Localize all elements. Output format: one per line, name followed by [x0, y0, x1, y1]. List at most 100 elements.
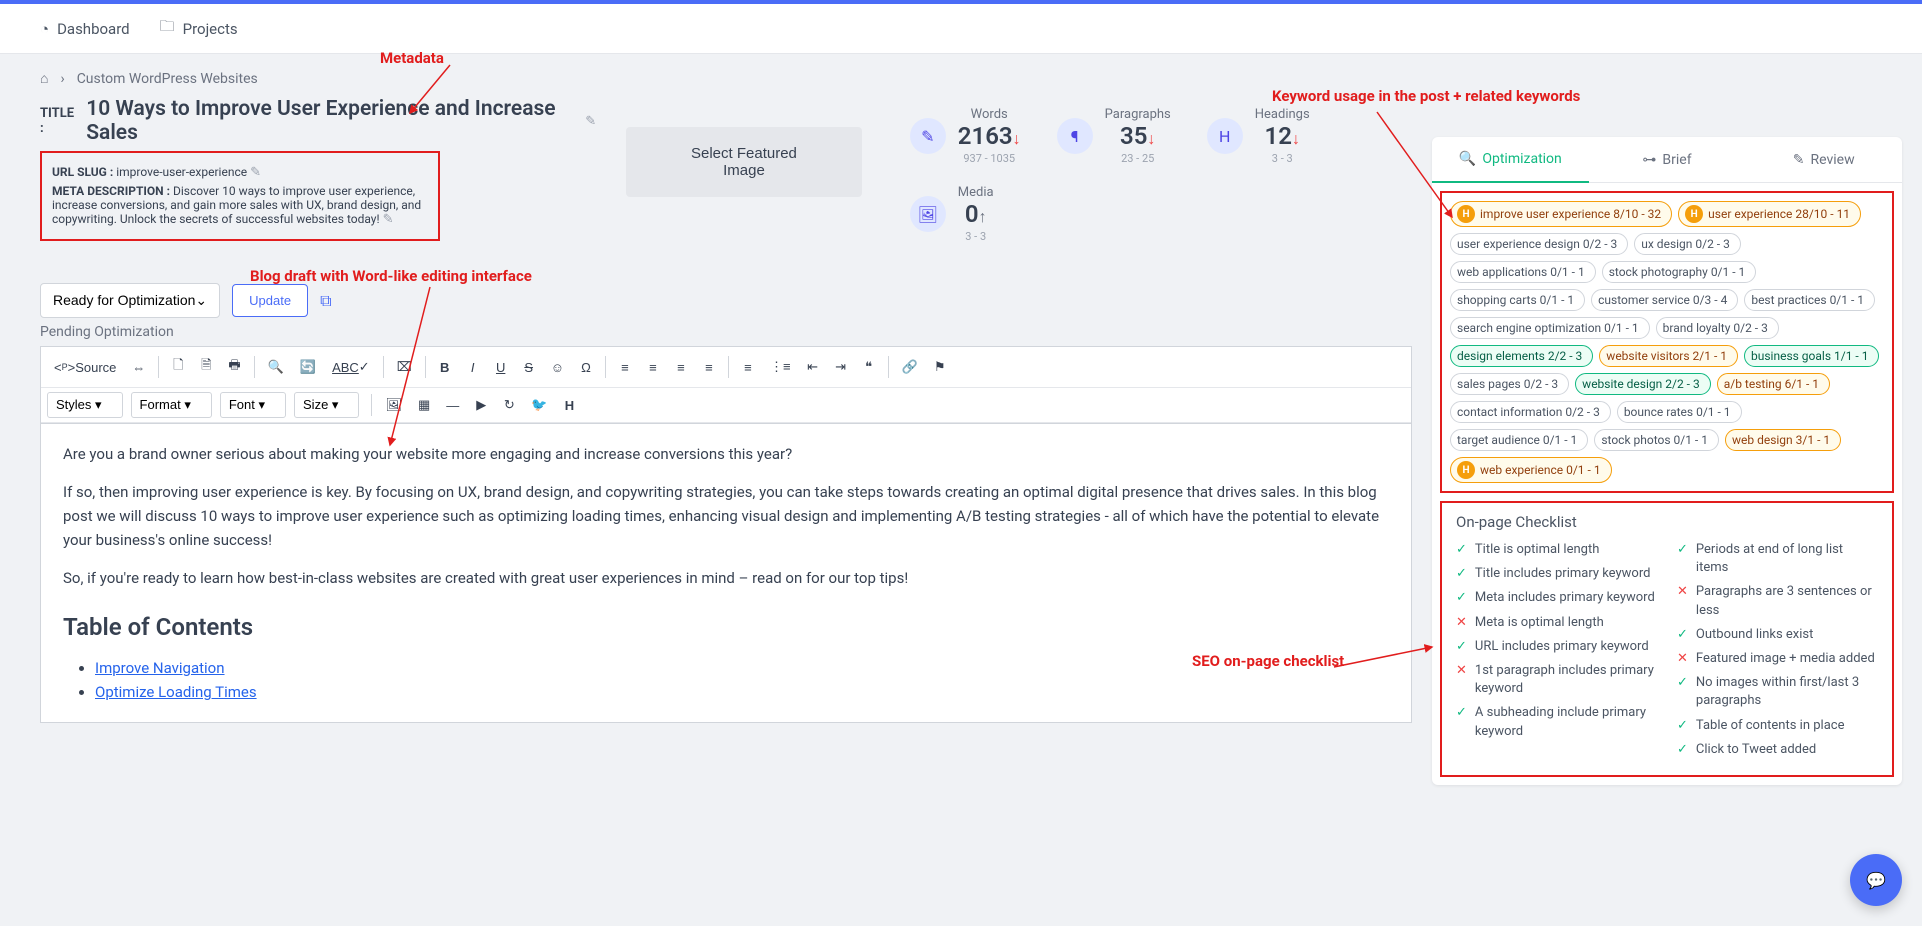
new-doc-button[interactable]: 🗋: [165, 351, 191, 383]
keyword-pill[interactable]: brand loyalty 0/2 - 3: [1656, 317, 1779, 339]
paragraph-icon: ¶: [1057, 118, 1093, 154]
keyword-pill[interactable]: stock photos 0/1 - 1: [1594, 429, 1719, 451]
insert-table-button[interactable]: ▦: [411, 392, 437, 418]
featured-image-button[interactable]: Select Featured Image: [626, 127, 862, 197]
blockquote-button[interactable]: ❝: [856, 354, 882, 380]
special-char-button[interactable]: Ω: [573, 355, 599, 380]
chevron-down-icon: ⌄: [195, 292, 207, 308]
replace-button[interactable]: 🔄: [293, 354, 323, 380]
toc-link[interactable]: Optimize Loading Times: [95, 683, 257, 701]
numbered-list-button[interactable]: ≡: [735, 355, 761, 380]
stat-paragraphs: ¶ Paragraphs 35↓ 23 - 25: [1039, 97, 1189, 175]
save-button[interactable]: 🗎: [193, 351, 219, 383]
breadcrumb-project[interactable]: Custom WordPress Websites: [77, 71, 258, 87]
edit-desc-icon[interactable]: ✎: [383, 212, 394, 227]
size-dropdown[interactable]: Size ▾: [294, 392, 359, 418]
meta-box: URL SLUG : improve-user-experience ✎ MET…: [40, 151, 440, 241]
link-button[interactable]: 🔗: [895, 354, 925, 380]
stats-panel: ✎ Words 2163↓ 937 - 1035 ¶ Paragraphs 35…: [892, 97, 1412, 253]
keyword-text: best practices 0/1 - 1: [1751, 293, 1864, 307]
insert-video-button[interactable]: ▶: [468, 392, 494, 418]
arrow-down-icon: ↓: [1147, 129, 1155, 148]
keyword-pill[interactable]: stock photography 0/1 - 1: [1602, 261, 1757, 283]
flag-button[interactable]: ⚑: [927, 354, 953, 380]
keyword-pill[interactable]: a/b testing 6/1 - 1: [1717, 373, 1830, 395]
keyword-pill[interactable]: target audience 0/1 - 1: [1450, 429, 1588, 451]
status-dropdown[interactable]: Ready for Optimization⌄: [40, 283, 220, 318]
keyword-pill[interactable]: website design 2/2 - 3: [1575, 373, 1711, 395]
toc-link[interactable]: Improve Navigation: [95, 659, 225, 677]
keyword-pill[interactable]: website visitors 2/1 - 1: [1599, 345, 1738, 367]
stat-media-value: 0: [965, 200, 979, 228]
popout-icon[interactable]: ⧉: [320, 291, 331, 311]
align-right-button[interactable]: ≡: [668, 355, 694, 380]
keyword-pill[interactable]: shopping carts 0/1 - 1: [1450, 289, 1585, 311]
format-dropdown[interactable]: Format ▾: [131, 392, 212, 418]
emoji-button[interactable]: ☺: [544, 355, 571, 380]
strike-button[interactable]: S: [516, 355, 542, 380]
keyword-pill[interactable]: business goals 1/1 - 1: [1744, 345, 1879, 367]
checklist-item: ✓Title is optimal length: [1456, 541, 1657, 559]
tab-review[interactable]: ✎Review: [1745, 137, 1902, 183]
keyword-pill[interactable]: search engine optimization 0/1 - 1: [1450, 317, 1650, 339]
chat-widget[interactable]: 💬: [1850, 854, 1902, 906]
edit-title-icon[interactable]: ✎: [585, 114, 596, 129]
paragraph: If so, then improving user experience is…: [63, 480, 1389, 552]
keyword-pill[interactable]: Huser experience 28/10 - 11: [1678, 201, 1861, 227]
remove-format-button[interactable]: ⌧: [390, 354, 419, 380]
nav-dashboard[interactable]: ◔ Dashboard: [40, 20, 130, 38]
keyword-pill[interactable]: Hweb experience 0/1 - 1: [1450, 457, 1612, 483]
spellcheck-button[interactable]: ABC✓: [325, 354, 377, 380]
tab-brief[interactable]: ⊶Brief: [1589, 137, 1746, 183]
keyword-pill[interactable]: user experience design 0/2 - 3: [1450, 233, 1628, 255]
keyword-pill[interactable]: sales pages 0/2 - 3: [1450, 373, 1569, 395]
check-icon: ✓: [1456, 704, 1467, 722]
find-button[interactable]: 🔍: [261, 354, 291, 380]
keyword-pill[interactable]: web applications 0/1 - 1: [1450, 261, 1596, 283]
keyword-text: user experience 28/10 - 11: [1708, 207, 1850, 221]
editor-body[interactable]: Are you a brand owner serious about maki…: [41, 424, 1411, 722]
edit-slug-icon[interactable]: ✎: [250, 165, 261, 180]
update-button[interactable]: Update: [232, 284, 308, 317]
keyword-text: customer service 0/3 - 4: [1598, 293, 1727, 307]
keyword-pill[interactable]: bounce rates 0/1 - 1: [1617, 401, 1742, 423]
align-justify-button[interactable]: ≡: [696, 355, 722, 380]
indent-button[interactable]: ⇥: [828, 354, 854, 380]
tab-opt-label: Optimization: [1482, 151, 1561, 167]
keyword-pill[interactable]: contact information 0/2 - 3: [1450, 401, 1611, 423]
navbar: ◔ Dashboard 🗀 Projects: [0, 4, 1922, 54]
align-center-button[interactable]: ≡: [640, 355, 666, 380]
font-dropdown[interactable]: Font ▾: [220, 392, 286, 418]
outdent-button[interactable]: ⇤: [800, 354, 826, 380]
tab-optimization[interactable]: 🔍Optimization: [1432, 137, 1589, 183]
nav-projects[interactable]: 🗀 Projects: [160, 16, 238, 41]
keyword-pill[interactable]: Himprove user experience 8/10 - 32: [1450, 201, 1672, 227]
keyword-pill[interactable]: best practices 0/1 - 1: [1744, 289, 1875, 311]
align-left-button[interactable]: ≡: [612, 355, 638, 380]
keyword-pill[interactable]: design elements 2/2 - 3: [1450, 345, 1593, 367]
print-button[interactable]: 🖶: [221, 351, 247, 383]
keyword-text: web applications 0/1 - 1: [1457, 265, 1585, 279]
italic-button[interactable]: I: [460, 355, 486, 380]
twitter-button[interactable]: 🐦: [524, 392, 554, 418]
refresh-button[interactable]: ↻: [496, 392, 522, 418]
separator: [888, 356, 889, 378]
insert-image-button[interactable]: 🖼: [378, 392, 409, 418]
stat-headings-title: Headings: [1255, 107, 1310, 122]
home-icon[interactable]: ⌂: [40, 70, 48, 87]
keyword-pill[interactable]: customer service 0/3 - 4: [1591, 289, 1738, 311]
heading-button[interactable]: H: [556, 393, 582, 418]
stat-media: 🖼 Media 0↑ 3 - 3: [892, 175, 1012, 253]
styles-dropdown[interactable]: Styles ▾: [47, 392, 123, 418]
bullet-list-button[interactable]: ⋮≡: [763, 354, 798, 380]
keyword-pill[interactable]: web design 3/1 - 1: [1725, 429, 1841, 451]
keyword-pill[interactable]: ux design 0/2 - 3: [1634, 233, 1741, 255]
keyword-text: shopping carts 0/1 - 1: [1457, 293, 1574, 307]
source-button[interactable]: <P> Source: [47, 355, 123, 380]
insert-hr-button[interactable]: —: [439, 393, 466, 418]
underline-button[interactable]: U: [488, 355, 514, 380]
separator: [158, 356, 159, 378]
expand-button[interactable]: ⇔: [125, 355, 152, 380]
bold-button[interactable]: B: [432, 355, 458, 380]
keyword-text: contact information 0/2 - 3: [1457, 405, 1600, 419]
